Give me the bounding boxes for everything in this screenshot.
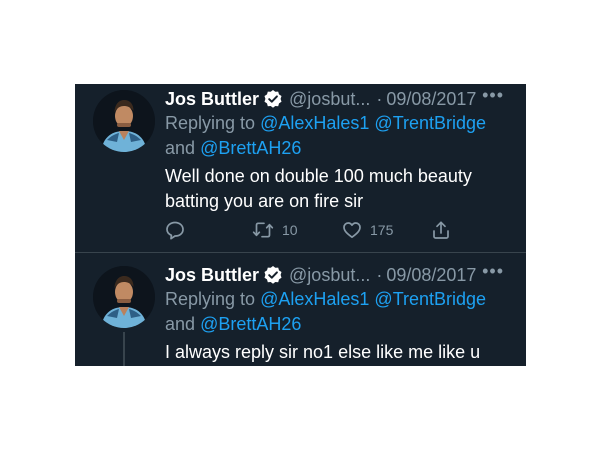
tweet-text: I always reply sir no1 else like me like…	[165, 342, 481, 362]
tweet-thread-screenshot: Jos Buttler @josbut... · 09/08/2017 ••• …	[75, 84, 526, 366]
replying-to: Replying to @AlexHales1 @TrentBridge and…	[165, 287, 505, 337]
like-count: 175	[370, 222, 394, 238]
and-label: and	[165, 138, 196, 158]
like-button[interactable]: 175	[342, 220, 393, 240]
and-label: and	[165, 314, 196, 334]
thread-connector	[123, 332, 125, 366]
separator-dot: ·	[376, 264, 383, 285]
tweet[interactable]: Jos Buttler @josbut... · 09/08/2017 ••• …	[75, 84, 526, 252]
share-icon	[433, 221, 449, 239]
avatar-image	[93, 266, 155, 328]
avatar[interactable]	[93, 90, 155, 152]
tweet-date[interactable]: 09/08/2017	[386, 265, 476, 286]
retweet-button[interactable]: 10	[252, 220, 298, 240]
heart-icon	[343, 222, 361, 239]
avatar[interactable]	[93, 266, 155, 328]
author-name[interactable]: Jos Buttler	[165, 265, 259, 286]
author-handle[interactable]: @josbut...	[289, 265, 370, 286]
retweet-count: 10	[282, 222, 298, 238]
replying-to-label: Replying to	[165, 113, 256, 133]
mention-link[interactable]: @TrentBridge	[374, 113, 486, 133]
tweet-header: Jos Buttler @josbut... · 09/08/2017	[165, 263, 476, 287]
separator-dot: ·	[376, 88, 383, 109]
avatar-image	[93, 90, 155, 152]
replying-to-label: Replying to	[165, 289, 256, 309]
tweet-text: Well done on double 100 much beauty batt…	[165, 166, 472, 211]
mention-link[interactable]: @AlexHales1	[260, 289, 369, 309]
author-handle[interactable]: @josbut...	[289, 89, 370, 110]
retweet-icon	[252, 222, 274, 238]
tweet-header: Jos Buttler @josbut... · 09/08/2017	[165, 87, 476, 111]
verified-badge-icon	[263, 89, 283, 109]
author-name[interactable]: Jos Buttler	[165, 89, 259, 110]
tweet[interactable]: Jos Buttler @josbut... · 09/08/2017 ••• …	[75, 254, 526, 366]
more-icon[interactable]: •••	[482, 85, 504, 109]
share-button[interactable]	[431, 220, 451, 240]
tweet-divider	[75, 252, 526, 253]
reply-icon	[166, 221, 184, 240]
verified-badge-icon	[263, 265, 283, 285]
mention-link[interactable]: @AlexHales1	[260, 113, 369, 133]
reply-button[interactable]	[165, 220, 185, 240]
mention-link[interactable]: @BrettAH26	[200, 138, 301, 158]
mention-link[interactable]: @TrentBridge	[374, 289, 486, 309]
tweet-date[interactable]: 09/08/2017	[386, 89, 476, 110]
mention-link[interactable]: @BrettAH26	[200, 314, 301, 334]
more-icon[interactable]: •••	[482, 261, 504, 285]
replying-to: Replying to @AlexHales1 @TrentBridge and…	[165, 111, 505, 161]
tweet-actions: 10 175	[165, 220, 465, 242]
